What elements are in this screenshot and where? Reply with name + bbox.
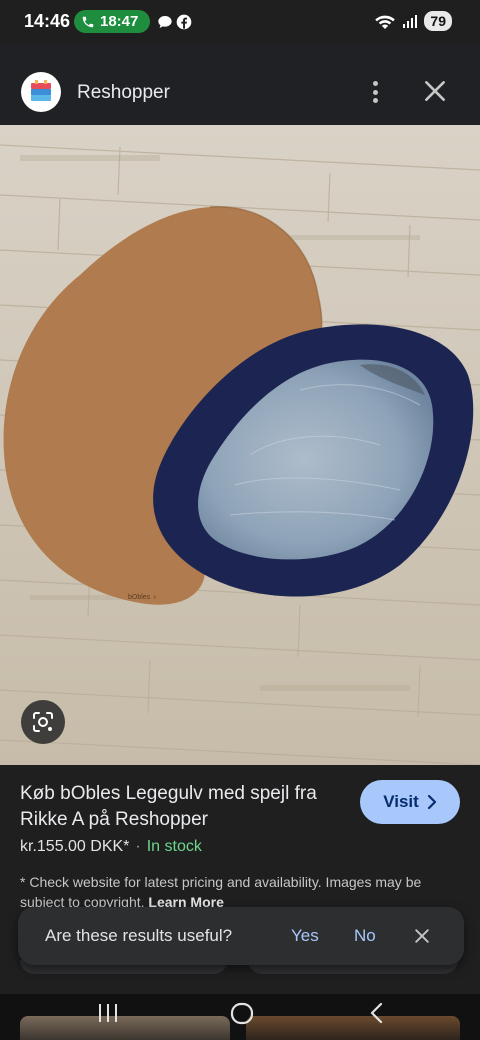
feedback-yes-button[interactable]: Yes bbox=[291, 926, 319, 946]
lens-search-icon bbox=[33, 712, 53, 732]
chevron-right-icon bbox=[427, 795, 436, 809]
price-row: kr.155.00 DKK* · In stock bbox=[20, 838, 202, 856]
separator-dot: · bbox=[135, 838, 141, 855]
cake-logo-icon bbox=[31, 80, 51, 101]
feedback-question: Are these results useful? bbox=[45, 926, 233, 945]
wifi-icon bbox=[375, 15, 396, 29]
status-bar: 14:46 18:47 79 bbox=[0, 0, 480, 44]
battery-indicator: 79 bbox=[424, 11, 452, 31]
phone-icon bbox=[82, 16, 94, 27]
recent-apps-button[interactable] bbox=[97, 1000, 119, 1026]
site-logo[interactable] bbox=[21, 72, 61, 112]
product-title[interactable]: Køb bObles Legegulv med spejl fra Rikke … bbox=[20, 781, 340, 833]
price: kr.155.00 DKK* bbox=[20, 838, 130, 855]
visit-label: Visit bbox=[383, 792, 419, 811]
more-options-button[interactable] bbox=[362, 78, 388, 106]
related-thumbnail[interactable] bbox=[20, 1016, 230, 1040]
more-vert-icon bbox=[372, 81, 378, 86]
product-photo: bObles ♁ bbox=[0, 125, 480, 765]
feedback-no-button[interactable]: No bbox=[354, 926, 376, 946]
recent-apps-icon bbox=[99, 1004, 117, 1022]
home-button[interactable] bbox=[229, 1000, 255, 1026]
back-icon bbox=[370, 1002, 383, 1024]
disclaimer: * Check website for latest pricing and a… bbox=[20, 872, 465, 912]
status-time: 14:46 bbox=[24, 11, 71, 31]
feedback-close-button[interactable] bbox=[412, 926, 432, 946]
chat-bubble-icon bbox=[158, 16, 172, 28]
mat-brand-mark: bObles ♁ bbox=[128, 594, 157, 601]
signal-icon bbox=[403, 15, 418, 28]
feedback-toast: Are these results useful? Yes No bbox=[18, 907, 464, 965]
home-icon bbox=[230, 1002, 254, 1025]
product-image[interactable]: bObles ♁ bbox=[0, 125, 480, 765]
close-icon bbox=[425, 81, 445, 101]
site-name[interactable]: Reshopper bbox=[77, 82, 170, 104]
close-icon bbox=[415, 929, 429, 943]
lens-search-button[interactable] bbox=[21, 700, 65, 744]
visit-button[interactable]: Visit bbox=[360, 780, 460, 824]
facebook-icon bbox=[176, 14, 192, 30]
source-header: Reshopper bbox=[0, 44, 480, 125]
ongoing-call-pill[interactable]: 18:47 bbox=[74, 10, 150, 33]
call-timer: 18:47 bbox=[100, 13, 139, 30]
stock-status: In stock bbox=[146, 838, 202, 855]
related-thumbnail[interactable] bbox=[246, 1016, 460, 1040]
close-button[interactable] bbox=[422, 78, 448, 104]
back-button[interactable] bbox=[366, 1000, 386, 1026]
